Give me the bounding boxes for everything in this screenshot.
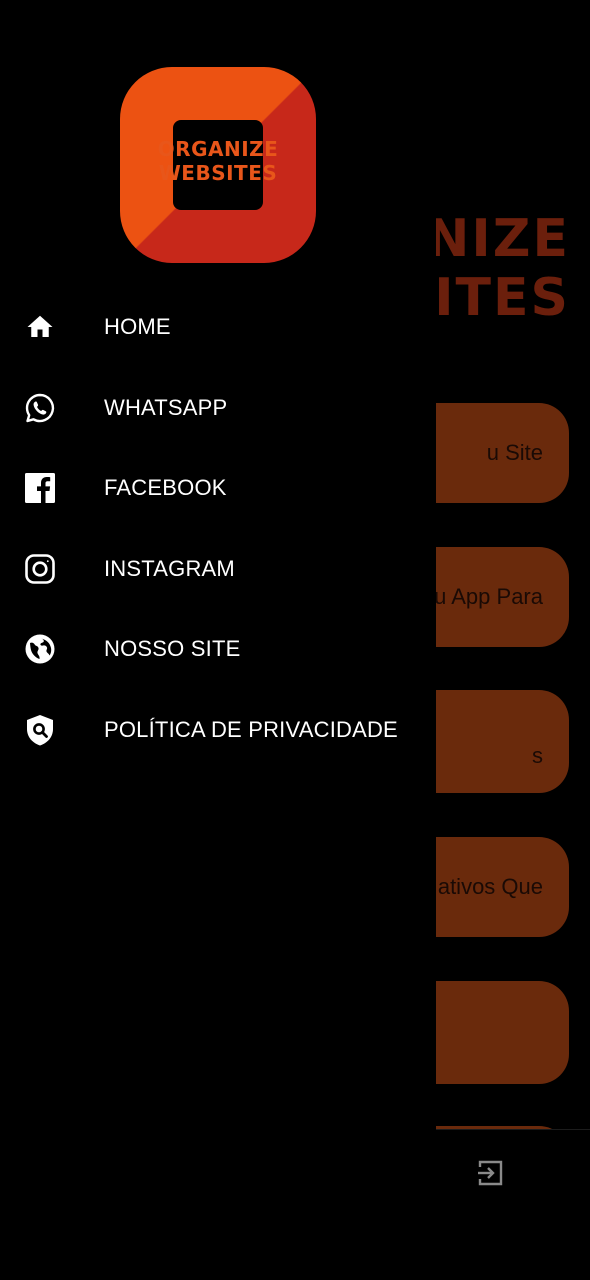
facebook-icon [24, 472, 56, 504]
menu-item-label: WHATSAPP [104, 394, 228, 420]
menu-item-label: FACEBOOK [104, 475, 227, 501]
app-logo-line2: WEBSITES [158, 161, 278, 185]
app-logo: ORGANIZE WEBSITES [120, 67, 316, 263]
menu-item-label: NOSSO SITE [104, 636, 241, 662]
menu-item-privacy-policy[interactable]: POLÍTICA DE PRIVACIDADE [0, 690, 436, 771]
menu-item-label: POLÍTICA DE PRIVACIDADE [104, 716, 398, 742]
globe-icon [24, 633, 56, 665]
menu-item-instagram[interactable]: INSTAGRAM [0, 529, 436, 610]
exit-icon[interactable] [476, 1158, 506, 1188]
navigation-drawer: ORGANIZE WEBSITES HOME WHATSAPP FACEBOOK… [0, 0, 436, 1280]
instagram-icon [24, 553, 56, 585]
background-button-label: u App Para [434, 584, 543, 609]
home-icon [24, 311, 56, 343]
background-button-label: u Site [486, 440, 543, 465]
whatsapp-icon [24, 392, 56, 424]
menu-item-facebook[interactable]: FACEBOOK [0, 448, 436, 529]
menu-item-nosso-site[interactable]: NOSSO SITE [0, 609, 436, 690]
shield-search-icon [24, 714, 56, 746]
menu-item-whatsapp[interactable]: WHATSAPP [0, 368, 436, 449]
background-button-label: s [532, 743, 543, 768]
background-button-label: ativos Que [437, 874, 543, 899]
menu-item-label: HOME [104, 314, 171, 340]
menu-item-home[interactable]: HOME [0, 287, 436, 368]
app-logo-line1: ORGANIZE [157, 137, 279, 161]
app-logo-text: ORGANIZE WEBSITES [120, 137, 316, 185]
drawer-menu: HOME WHATSAPP FACEBOOK INSTAGRAM NOSSO S… [0, 287, 436, 770]
menu-item-label: INSTAGRAM [104, 555, 235, 581]
